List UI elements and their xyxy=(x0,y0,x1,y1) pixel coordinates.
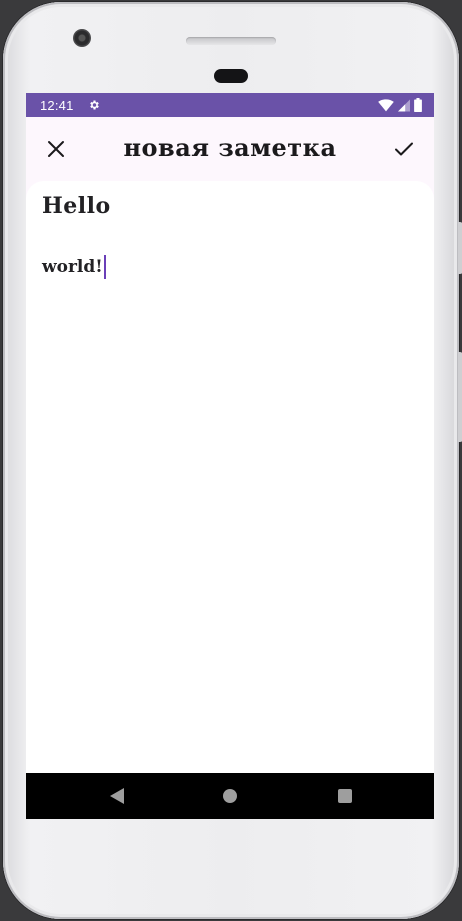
status-time: 12:41 xyxy=(40,98,74,113)
power-button xyxy=(458,222,462,274)
earpiece-speaker xyxy=(186,37,276,45)
battery-icon xyxy=(414,98,422,112)
home-icon[interactable] xyxy=(223,789,237,803)
settings-gear-icon xyxy=(90,100,99,110)
close-button[interactable] xyxy=(38,131,74,167)
back-icon[interactable] xyxy=(110,788,124,804)
text-cursor xyxy=(103,255,106,279)
note-title-field[interactable]: Hello xyxy=(42,193,111,219)
cellular-signal-icon xyxy=(398,99,410,111)
screen: 12:41 новая заметка Hello world! xyxy=(26,93,434,819)
note-title-value: Hello xyxy=(42,193,111,219)
phone-frame: 12:41 новая заметка Hello world! xyxy=(3,2,462,919)
note-body-field[interactable]: world! xyxy=(42,255,106,279)
save-button[interactable] xyxy=(386,131,422,167)
note-body-value: world! xyxy=(42,257,103,277)
check-icon xyxy=(395,142,413,156)
recents-icon[interactable] xyxy=(338,789,352,803)
close-icon xyxy=(48,141,64,157)
proximity-sensor xyxy=(214,69,248,83)
volume-button xyxy=(458,352,462,442)
page-title: новая заметка xyxy=(123,133,337,162)
top-app-bar: новая заметка xyxy=(26,117,434,181)
navigation-bar xyxy=(26,773,434,819)
status-bar: 12:41 xyxy=(26,93,434,117)
wifi-icon xyxy=(378,98,394,111)
front-camera xyxy=(73,29,91,47)
status-icons xyxy=(378,98,422,112)
